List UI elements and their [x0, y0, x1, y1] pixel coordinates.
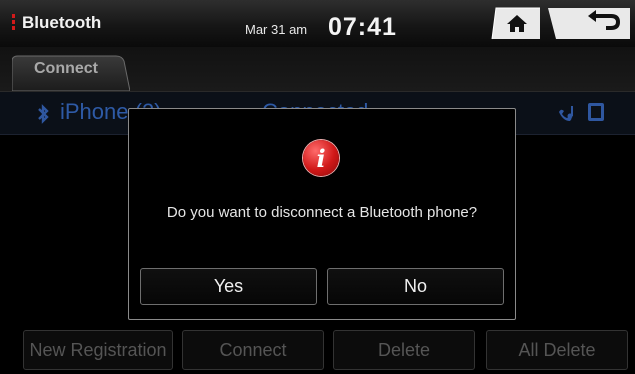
date-label: Mar 31 am	[245, 22, 308, 37]
delete-button[interactable]: Delete	[333, 330, 475, 370]
info-icon: i	[303, 140, 339, 176]
bluetooth-icon	[38, 104, 49, 124]
top-bar: Bluetooth Mar 31 am 07:41	[0, 0, 635, 48]
clock: 07:41	[328, 13, 397, 41]
tab-connect-label: Connect	[34, 60, 98, 77]
app-title: Bluetooth	[22, 13, 102, 32]
no-button[interactable]: No	[327, 268, 504, 305]
phone-square-icon	[588, 103, 604, 121]
dialog-message: Do you want to disconnect a Bluetooth ph…	[166, 204, 478, 221]
yes-button[interactable]: Yes	[140, 268, 317, 305]
music-phone-icon	[559, 106, 573, 121]
menu-grip-icon[interactable]	[12, 14, 15, 31]
new-registration-button[interactable]: New Registration	[23, 330, 173, 370]
home-button[interactable]	[482, 6, 540, 40]
bluetooth-screen: Bluetooth Mar 31 am 07:41 Connect iPhone…	[0, 0, 635, 374]
tab-bar: Connect	[0, 47, 635, 92]
back-button[interactable]	[548, 6, 630, 40]
all-delete-button[interactable]: All Delete	[486, 330, 628, 370]
disconnect-dialog: i Do you want to disconnect a Bluetooth …	[128, 108, 516, 320]
connect-button[interactable]: Connect	[182, 330, 324, 370]
